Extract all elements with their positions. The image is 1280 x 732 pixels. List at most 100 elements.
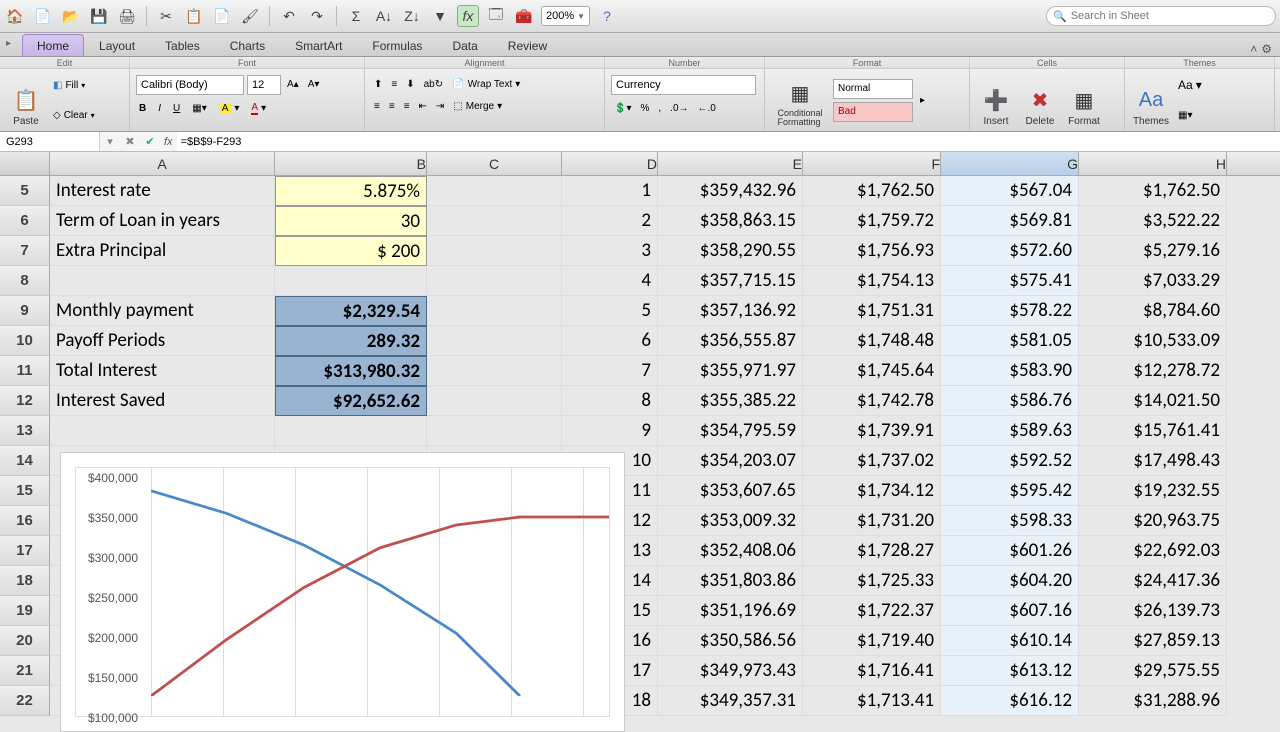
cell[interactable]: Payoff Periods xyxy=(50,326,275,356)
cell[interactable]: $1,722.37 xyxy=(803,596,941,626)
insert-cells-button[interactable]: ➕Insert xyxy=(976,71,1016,129)
cell[interactable] xyxy=(427,416,562,446)
help-icon[interactable]: ? xyxy=(596,5,618,27)
cell[interactable]: $1,745.64 xyxy=(803,356,941,386)
cell[interactable]: $567.04 xyxy=(941,176,1079,206)
cell[interactable]: $616.12 xyxy=(941,686,1079,716)
tab-formulas[interactable]: Formulas xyxy=(357,34,437,56)
cell[interactable]: $5,279.16 xyxy=(1079,236,1227,266)
tab-charts[interactable]: Charts xyxy=(215,34,280,56)
cell[interactable]: $349,973.43 xyxy=(658,656,803,686)
cell[interactable]: 5.875% xyxy=(275,176,427,206)
cell[interactable]: Total Interest xyxy=(50,356,275,386)
cancel-formula-icon[interactable]: ✖ xyxy=(120,135,140,148)
undo-icon[interactable]: ↶ xyxy=(278,5,300,27)
increase-decimal-button[interactable]: .0→ xyxy=(667,99,691,117)
sort-asc-icon[interactable]: A↓ xyxy=(373,5,395,27)
decrease-decimal-button[interactable]: ←.0 xyxy=(695,99,719,117)
theme-fonts-button[interactable]: ▦▾ xyxy=(1175,106,1205,124)
new-icon[interactable]: 📄 xyxy=(32,5,54,27)
cell[interactable]: $349,357.31 xyxy=(658,686,803,716)
cell[interactable]: 30 xyxy=(275,206,427,236)
cell[interactable]: $353,009.32 xyxy=(658,506,803,536)
cell[interactable] xyxy=(427,386,562,416)
cell[interactable]: $355,385.22 xyxy=(658,386,803,416)
underline-button[interactable]: U xyxy=(170,99,183,117)
cell[interactable]: $1,759.72 xyxy=(803,206,941,236)
cell[interactable]: $352,408.06 xyxy=(658,536,803,566)
fill-button[interactable]: ◧Fill▾ xyxy=(50,76,98,94)
row-header[interactable]: 7 xyxy=(0,236,50,266)
cell[interactable]: 3 xyxy=(562,236,658,266)
cell[interactable]: $31,288.96 xyxy=(1079,686,1227,716)
conditional-formatting-button[interactable]: ▦Conditional Formatting xyxy=(771,71,829,129)
namebox-dropdown-icon[interactable]: ▾ xyxy=(100,135,120,148)
row-header[interactable]: 13 xyxy=(0,416,50,446)
cell[interactable] xyxy=(427,206,562,236)
ribbon-settings-icon[interactable]: ⚙ xyxy=(1261,42,1272,56)
cell[interactable]: $1,731.20 xyxy=(803,506,941,536)
cell[interactable]: $1,716.41 xyxy=(803,656,941,686)
row-header[interactable]: 15 xyxy=(0,476,50,506)
align-bottom-button[interactable]: ⬇ xyxy=(403,75,417,93)
col-header-f[interactable]: F xyxy=(803,152,941,175)
cell[interactable]: 1 xyxy=(562,176,658,206)
name-box[interactable]: G293 xyxy=(0,132,100,151)
bold-button[interactable]: B xyxy=(136,99,149,117)
row-header[interactable]: 10 xyxy=(0,326,50,356)
cell[interactable]: $1,739.91 xyxy=(803,416,941,446)
cell[interactable]: Monthly payment xyxy=(50,296,275,326)
cell[interactable]: $357,136.92 xyxy=(658,296,803,326)
cell[interactable]: $12,278.72 xyxy=(1079,356,1227,386)
cell[interactable]: $ 200 xyxy=(275,236,427,266)
paste-icon[interactable]: 📄 xyxy=(211,5,233,27)
cell[interactable]: $1,719.40 xyxy=(803,626,941,656)
cell[interactable] xyxy=(50,416,275,446)
cell[interactable]: Extra Principal xyxy=(50,236,275,266)
cell[interactable]: 5 xyxy=(562,296,658,326)
cell[interactable]: $569.81 xyxy=(941,206,1079,236)
col-header-e[interactable]: E xyxy=(658,152,803,175)
row-header[interactable]: 14 xyxy=(0,446,50,476)
align-top-button[interactable]: ⬆ xyxy=(371,75,385,93)
shrink-font-button[interactable]: A▾ xyxy=(305,75,323,93)
cell[interactable]: $354,203.07 xyxy=(658,446,803,476)
cell[interactable]: $1,762.50 xyxy=(803,176,941,206)
comma-button[interactable]: , xyxy=(655,99,664,117)
cell[interactable]: $29,575.55 xyxy=(1079,656,1227,686)
cell[interactable]: $358,863.15 xyxy=(658,206,803,236)
fx-icon[interactable]: fx xyxy=(160,136,177,148)
paste-button[interactable]: 📋Paste xyxy=(6,71,46,129)
cell[interactable]: 4 xyxy=(562,266,658,296)
align-right-button[interactable]: ≡ xyxy=(401,97,413,115)
cell[interactable]: Interest Saved xyxy=(50,386,275,416)
cell[interactable]: 7 xyxy=(562,356,658,386)
cell[interactable]: $1,725.33 xyxy=(803,566,941,596)
cell[interactable]: $572.60 xyxy=(941,236,1079,266)
tab-review[interactable]: Review xyxy=(493,34,562,56)
cell[interactable]: $1,737.02 xyxy=(803,446,941,476)
cell[interactable]: 2 xyxy=(562,206,658,236)
ribbon-collapse-icon[interactable]: ▸ xyxy=(6,38,11,49)
cell[interactable]: $1,713.41 xyxy=(803,686,941,716)
cell[interactable]: $10,533.09 xyxy=(1079,326,1227,356)
cell[interactable]: $14,021.50 xyxy=(1079,386,1227,416)
delete-cells-button[interactable]: ✖Delete xyxy=(1020,71,1060,129)
cell[interactable]: $578.22 xyxy=(941,296,1079,326)
row-header[interactable]: 6 xyxy=(0,206,50,236)
cell[interactable]: $1,728.27 xyxy=(803,536,941,566)
cell[interactable]: $1,756.93 xyxy=(803,236,941,266)
cell[interactable] xyxy=(275,416,427,446)
cell[interactable] xyxy=(427,176,562,206)
merge-button[interactable]: ⬚Merge▾ xyxy=(450,97,505,115)
cell[interactable]: $583.90 xyxy=(941,356,1079,386)
cell[interactable]: $15,761.41 xyxy=(1079,416,1227,446)
number-format-select[interactable]: Currency xyxy=(611,75,756,95)
cell[interactable]: $601.26 xyxy=(941,536,1079,566)
cell[interactable]: $353,607.65 xyxy=(658,476,803,506)
font-size-select[interactable]: 12 xyxy=(247,75,281,95)
tab-data[interactable]: Data xyxy=(437,34,492,56)
cell[interactable]: $26,139.73 xyxy=(1079,596,1227,626)
search-input[interactable] xyxy=(1071,10,1269,22)
cell[interactable]: $595.42 xyxy=(941,476,1079,506)
